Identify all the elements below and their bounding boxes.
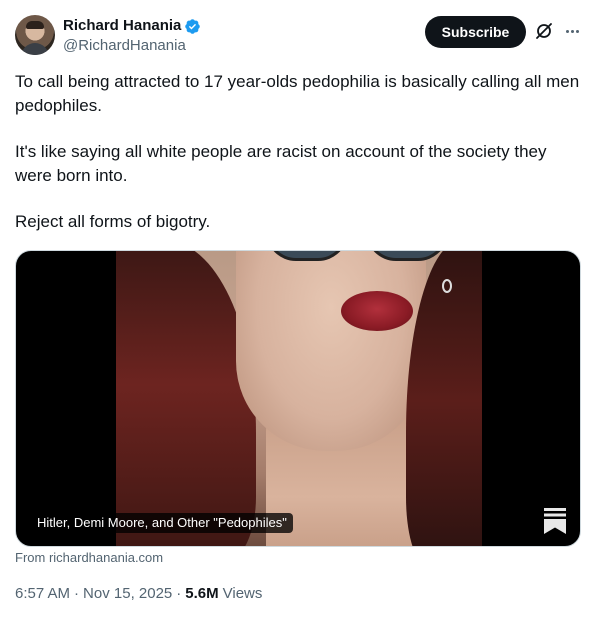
image-hair-left <box>116 251 256 546</box>
author-display-name[interactable]: Richard Hanania <box>63 16 181 36</box>
verified-badge-icon <box>185 18 201 34</box>
views-label: Views <box>222 585 263 602</box>
tweet-header: Richard Hanania @RichardHanania Subscrib… <box>15 15 581 57</box>
meta-separator: · <box>74 585 80 602</box>
tweet-time[interactable]: 6:57 AM <box>15 584 70 604</box>
tweet-text: To call being attracted to 17 year-olds … <box>15 70 581 256</box>
author-names: Richard Hanania @RichardHanania <box>63 16 201 56</box>
tweet-paragraph-2: It's like saying all white people are ra… <box>15 142 547 185</box>
avatar-hair <box>26 21 44 29</box>
avatar[interactable] <box>15 15 55 55</box>
image-lips <box>341 291 413 331</box>
more-dot <box>570 29 574 33</box>
tweet-paragraph-3: Reject all forms of bigotry. <box>15 212 211 231</box>
link-card[interactable]: Hitler, Demi Moore, and Other "Pedophile… <box>15 250 581 547</box>
views-count: 5.6M <box>185 585 219 602</box>
more-dot <box>565 29 569 33</box>
link-card-title[interactable]: Hitler, Demi Moore, and Other "Pedophile… <box>31 513 293 533</box>
tweet-date[interactable]: Nov 15, 2025 <box>83 584 172 604</box>
subscribe-button[interactable]: Subscribe <box>425 16 526 48</box>
avatar-shirt <box>21 43 49 55</box>
meta-separator: · <box>176 585 182 602</box>
more-dot <box>575 29 579 33</box>
tweet-paragraph-1: To call being attracted to 17 year-olds … <box>15 72 580 115</box>
image-sunglasses <box>266 251 456 263</box>
image-earring <box>442 279 452 293</box>
more-icon[interactable] <box>562 21 582 41</box>
author-handle[interactable]: @RichardHanania <box>63 36 201 56</box>
image-face <box>236 251 426 451</box>
grok-icon[interactable] <box>534 21 554 41</box>
substack-icon <box>544 508 566 534</box>
author-display-name-row[interactable]: Richard Hanania <box>63 16 201 36</box>
tweet-meta: 6:57 AM · Nov 15, 2025 · 5.6M Views <box>15 584 262 604</box>
link-card-image[interactable] <box>116 251 482 546</box>
link-card-source[interactable]: From richardhanania.com <box>15 550 163 566</box>
